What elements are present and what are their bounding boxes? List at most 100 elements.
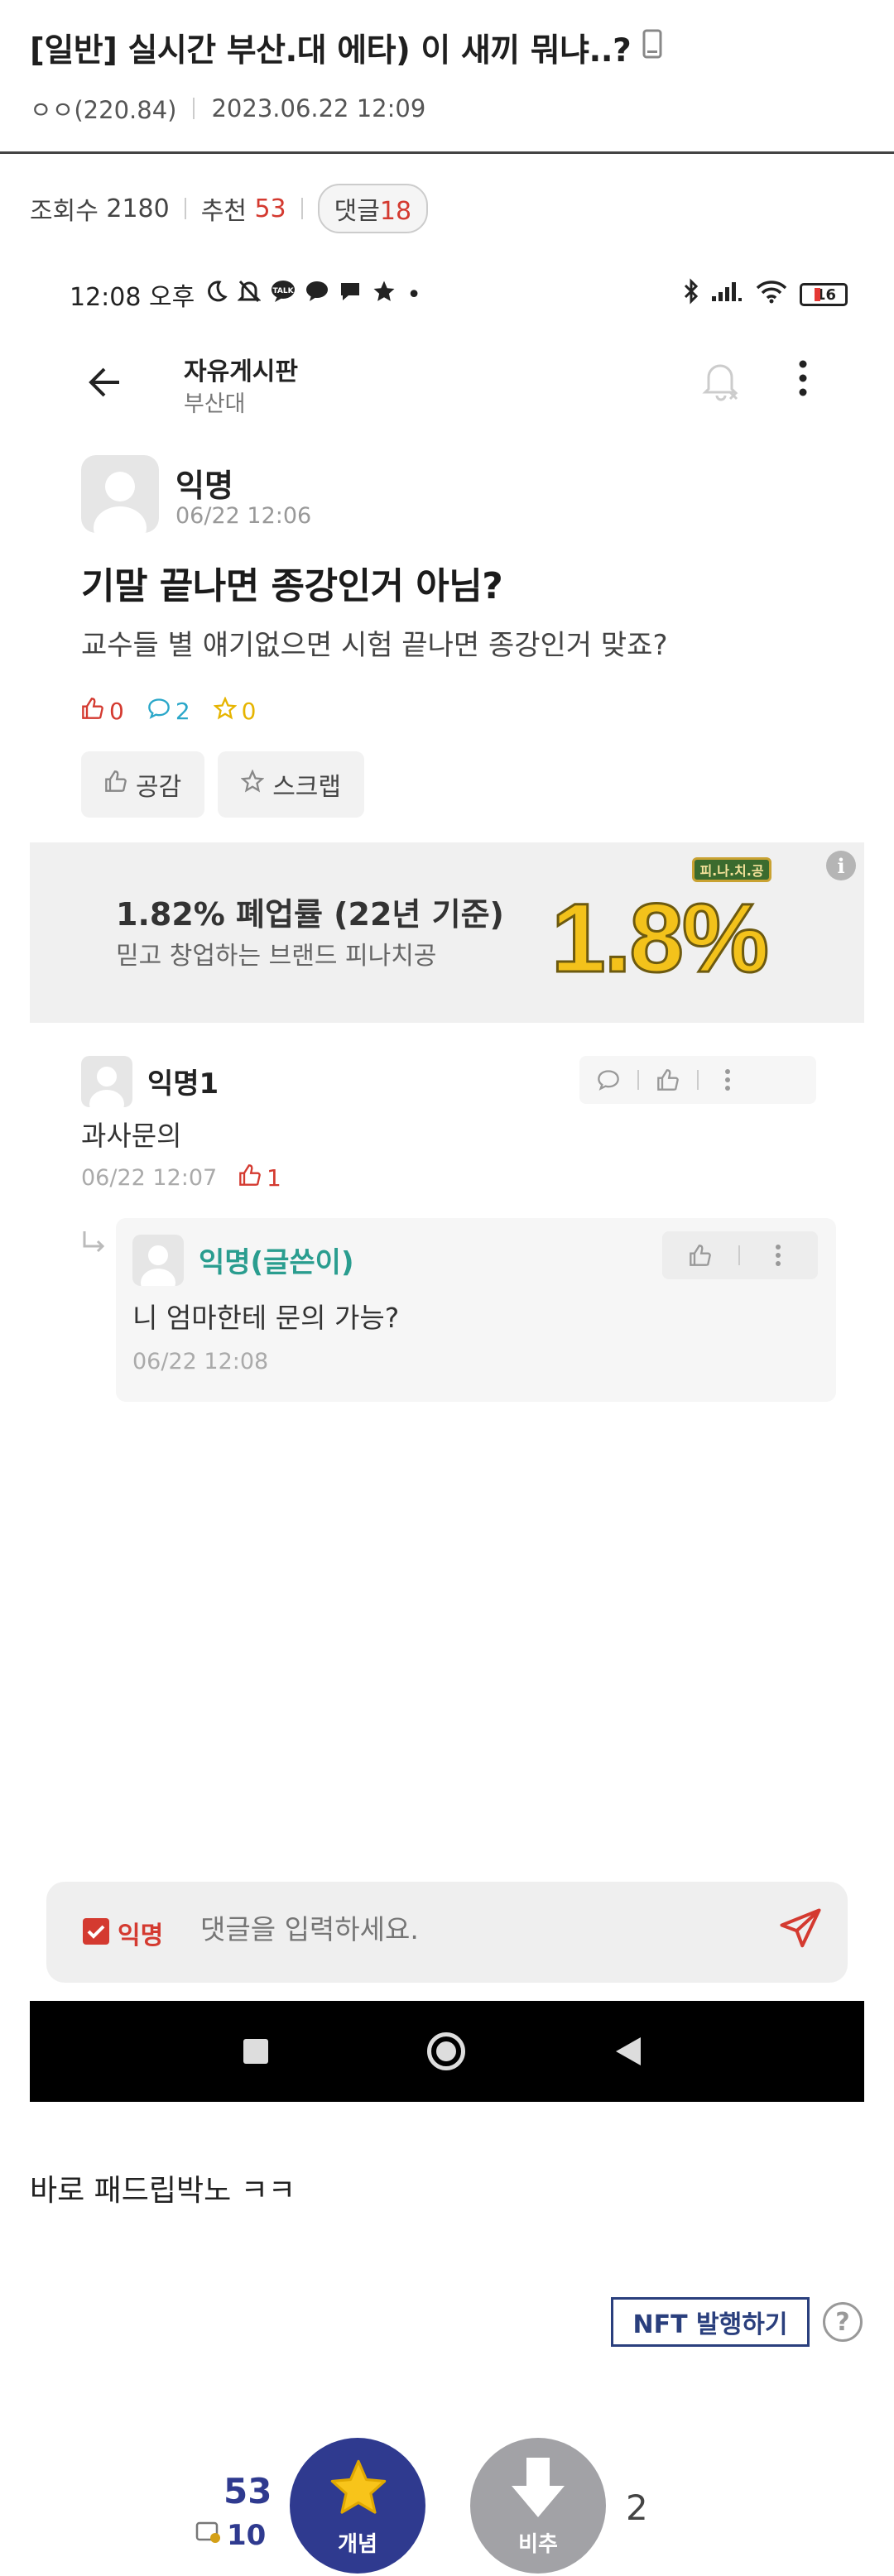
nft-mint-button[interactable]: NFT 발행하기 — [611, 2297, 810, 2347]
help-icon[interactable]: ? — [823, 2302, 863, 2342]
send-icon[interactable] — [778, 1907, 823, 1955]
wifi-icon — [755, 279, 788, 310]
like-button-label: 공감 — [136, 773, 182, 802]
article-actions: 공감 스크랩 — [81, 751, 365, 818]
article-author: 익명 — [175, 468, 233, 504]
talk-icon: TALK — [271, 280, 296, 309]
comment-input[interactable] — [200, 1913, 763, 1945]
thumbs-up-icon — [81, 697, 104, 726]
star-icon — [326, 2456, 391, 2522]
recommend-count: 53 — [254, 194, 286, 223]
more-options-icon[interactable] — [798, 359, 808, 401]
upvote-count: 53 — [223, 2471, 272, 2511]
status-dot: • — [406, 280, 421, 309]
school-name: 부산대 — [184, 391, 246, 417]
scrap-button-label: 스크랩 — [272, 773, 342, 802]
reply-text: 니 엄마한테 문의 가능? — [132, 1302, 400, 1334]
comment-toolbar — [579, 1056, 816, 1104]
signal-icon — [710, 280, 743, 309]
downvote-count: 2 — [626, 2487, 648, 2528]
bell-off-icon — [237, 279, 262, 310]
anonymous-label: 익명 — [118, 1921, 164, 1950]
scrap-button[interactable]: 스크랩 — [218, 751, 365, 818]
fixed-user-icon — [195, 2519, 222, 2552]
android-nav-bar — [30, 2001, 864, 2102]
post-meta: ㅇㅇ(220.84) 2023.06.22 12:09 — [30, 91, 425, 126]
reply-toolbar — [662, 1231, 818, 1279]
back-arrow-icon[interactable] — [86, 366, 123, 402]
star-outline-icon — [240, 769, 265, 799]
article-title: 기말 끝나면 종강인거 아님? — [81, 565, 503, 607]
anonymous-checkbox[interactable] — [83, 1918, 109, 1945]
recommend-label: 추천 — [200, 197, 247, 226]
comment-author: 익명1 — [147, 1067, 219, 1101]
views-count: 2180 — [106, 194, 170, 223]
status-bar: 12:08 오후 TALK • 16 — [70, 278, 848, 312]
star-icon — [372, 279, 397, 310]
comment-like-count: 1 — [238, 1163, 281, 1192]
divider — [300, 198, 303, 219]
reply-date: 06/22 12:08 — [132, 1349, 269, 1374]
downvote-label: 비추 — [518, 2532, 558, 2557]
bluetooth-icon — [684, 278, 699, 311]
ad-brand-logo: 피.나.치.공 — [692, 857, 771, 882]
recents-icon[interactable] — [243, 2039, 268, 2064]
notification-off-icon[interactable] — [700, 357, 742, 407]
chat-icon — [339, 280, 362, 309]
reply-author: 익명(글쓴이) — [199, 1246, 354, 1279]
post-stats: 조회수 2180 추천 53 댓글18 — [30, 184, 429, 233]
article-body: 교수들 별 얘기없으면 시험 끝나면 종강인거 맞죠? — [81, 629, 668, 662]
comment-more-icon[interactable] — [699, 1068, 757, 1091]
header-divider — [0, 151, 894, 154]
board-name: 자유게시판 — [184, 357, 298, 386]
divider — [184, 198, 186, 219]
comments-count: 18 — [379, 197, 412, 226]
app-bar: 자유게시판 부산대 — [30, 339, 864, 422]
like-count: 0 — [81, 697, 124, 726]
ad-big-number: 1.8% — [550, 883, 771, 995]
comment-input-bar: 익명 — [46, 1882, 848, 1983]
reply-arrow-icon — [81, 1230, 108, 1259]
post-author[interactable]: ㅇㅇ(220.84) — [30, 91, 176, 126]
thumbs-up-icon — [104, 770, 127, 799]
ad-info-icon[interactable]: i — [826, 851, 856, 880]
scrap-count-value: 0 — [241, 698, 257, 725]
status-time: 12:08 오후 — [70, 283, 195, 312]
comments-label: 댓글 — [334, 197, 380, 226]
back-triangle-icon[interactable] — [616, 2037, 641, 2065]
home-icon[interactable] — [427, 2032, 465, 2070]
comment-avatar — [81, 1056, 132, 1107]
downvote-button[interactable]: 비추 — [470, 2438, 606, 2574]
post-title-text: [일반] 실시간 부산.대 에타) 이 새끼 뭐냐..? — [30, 32, 632, 70]
author-avatar — [81, 455, 159, 533]
comment-like-icon[interactable] — [639, 1068, 697, 1091]
embedded-screenshot: 12:08 오후 TALK • 16 자유게시판 부산대 익명 06/22 12… — [30, 248, 864, 2102]
mobile-icon — [642, 29, 662, 67]
ad-subtitle: 믿고 창업하는 브랜드 피나치공 — [116, 942, 437, 971]
fixed-upvote-count: 10 — [195, 2519, 266, 2552]
scrap-count: 0 — [213, 696, 257, 726]
like-button[interactable]: 공감 — [81, 751, 205, 818]
star-outline-icon — [213, 696, 238, 726]
article-date: 06/22 12:06 — [175, 503, 312, 529]
comment-date: 06/22 12:07 — [81, 1165, 218, 1191]
comment-text: 과사문의 — [81, 1120, 182, 1152]
article-reactions: 0 2 0 — [81, 696, 257, 726]
upvote-label: 개념 — [338, 2532, 377, 2557]
moon-icon — [204, 280, 228, 309]
reply-like-icon[interactable] — [662, 1244, 738, 1267]
ad-banner[interactable]: 1.82% 폐업률 (22년 기준) 믿고 창업하는 브랜드 피나치공 피.나.… — [30, 842, 864, 1023]
comment-count-button[interactable]: 댓글18 — [317, 184, 429, 233]
svg-text:TALK: TALK — [273, 287, 295, 295]
like-count-value: 0 — [109, 698, 124, 725]
message-icon — [305, 280, 329, 309]
post-title: [일반] 실시간 부산.대 에타) 이 새끼 뭐냐..? — [30, 25, 866, 71]
reply-more-icon[interactable] — [740, 1244, 816, 1267]
speech-bubble-icon — [147, 697, 171, 726]
reply-icon[interactable] — [579, 1068, 637, 1091]
thumbs-up-icon — [238, 1163, 262, 1192]
down-arrow-icon — [508, 2454, 568, 2524]
views-label: 조회수 — [30, 197, 99, 226]
comment-count-value: 2 — [175, 698, 190, 725]
upvote-button[interactable]: 개념 — [290, 2438, 425, 2574]
